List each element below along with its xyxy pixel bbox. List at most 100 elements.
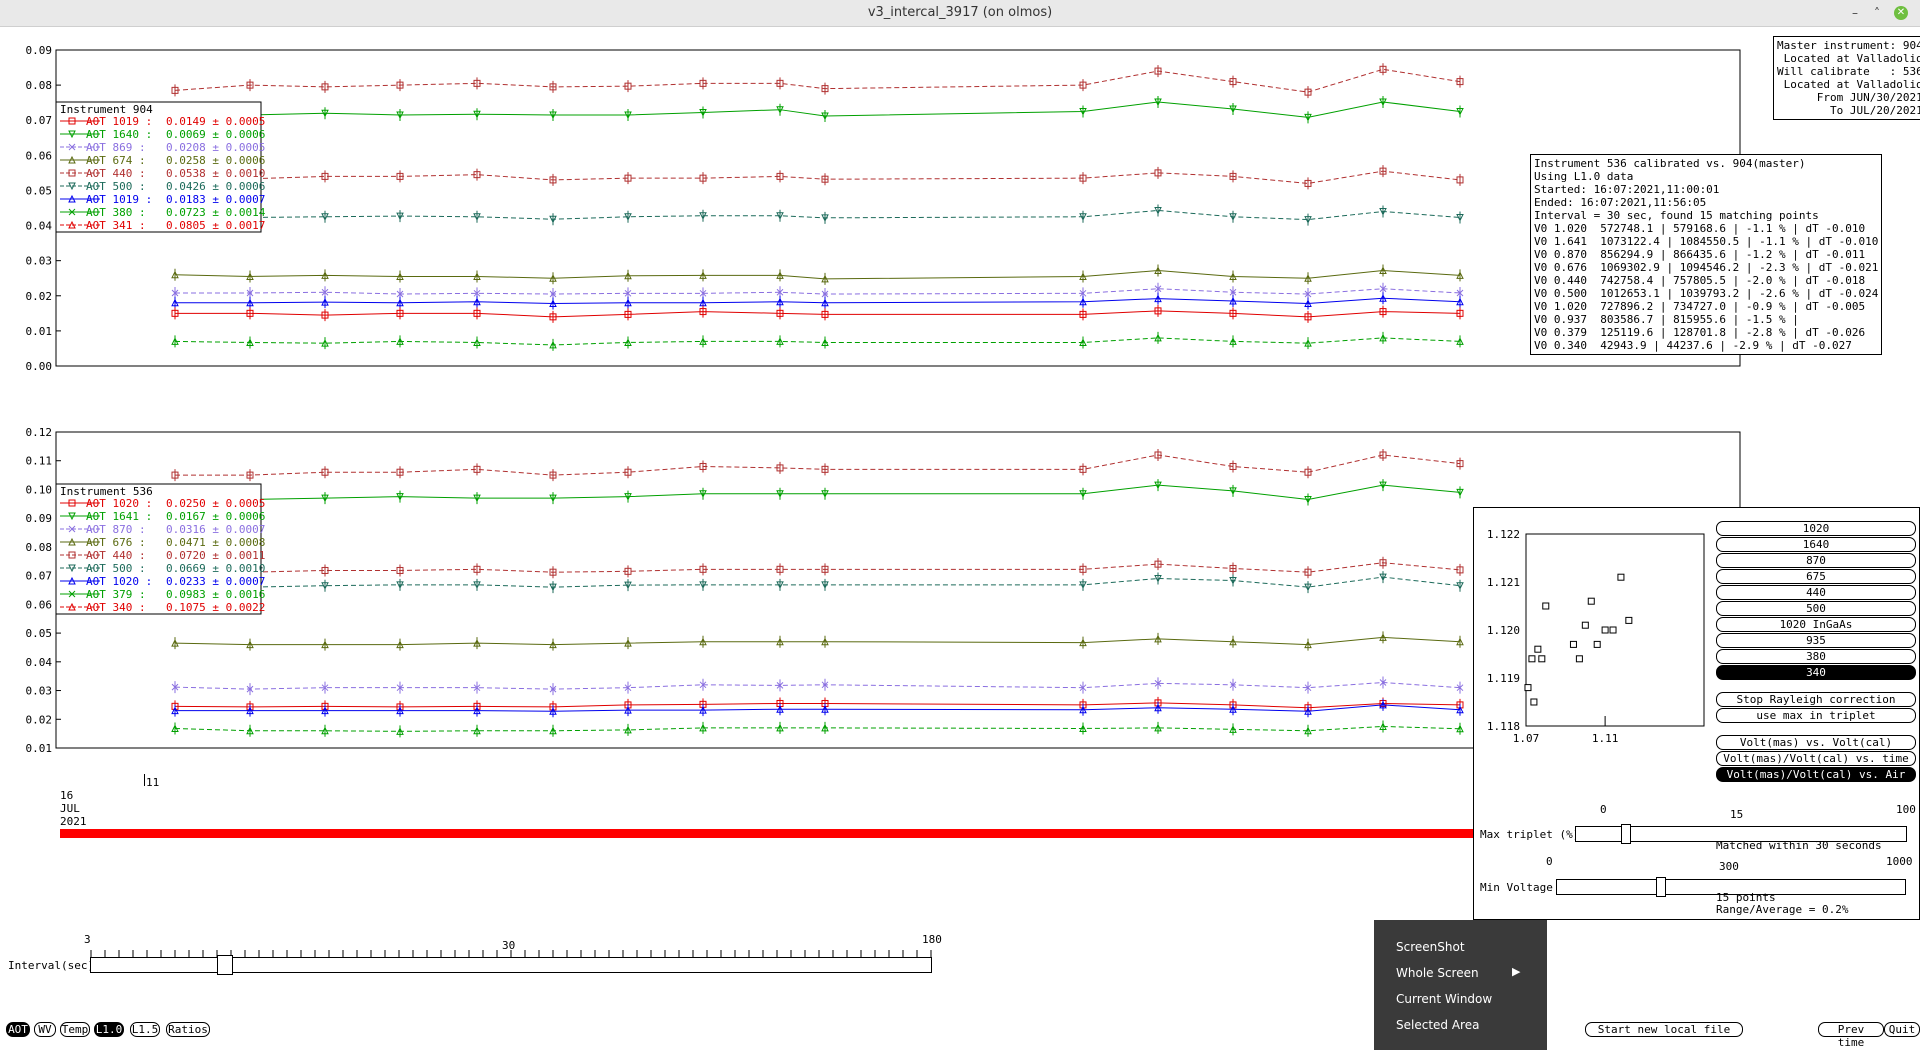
tab-ratios[interactable]: Ratios	[166, 1022, 210, 1037]
cal-info-line: V0 0.379 125119.6 | 128701.8 | -2.8 % | …	[1534, 326, 1866, 339]
scatter-point	[1601, 626, 1609, 634]
tab-l10[interactable]: L1.0	[94, 1022, 124, 1037]
tab-temp[interactable]: Temp	[60, 1022, 90, 1037]
legend-value: 0.0471 ± 0.0008	[166, 536, 265, 549]
legend-value: 0.0208 ± 0.0005	[166, 141, 265, 154]
scatter-point	[1528, 655, 1536, 663]
min-voltage-range: Range/Average = 0.2%	[1716, 903, 1849, 916]
series-line	[174, 68, 1461, 93]
max-triplet-value: 15	[1730, 808, 1744, 821]
max-triplet-note: Matched within 30 seconds	[1716, 839, 1882, 852]
y-tick-label: 0.05	[26, 184, 53, 197]
wavelength-675[interactable]: 675	[1716, 569, 1916, 584]
legend-entry: AOT 1641 :	[86, 510, 152, 523]
cal-info-line: Using L1.0 data	[1534, 170, 1634, 183]
start-new-file-button[interactable]: Start new local file	[1585, 1022, 1743, 1037]
tab-l15[interactable]: L1.5	[130, 1022, 160, 1037]
wavelength-340[interactable]: 340	[1716, 665, 1916, 680]
min-voltage-max: 1000	[1886, 855, 1913, 868]
close-icon[interactable]: ✕	[1894, 6, 1908, 20]
y-tick-label: 0.12	[26, 426, 53, 439]
cal-info-line: V0 1.020 727896.2 | 734727.0 | -0.9 % | …	[1534, 300, 1866, 313]
legend-value: 0.0316 ± 0.0007	[166, 523, 265, 536]
series-line	[174, 269, 1461, 280]
prev-time-button[interactable]: Prev time	[1818, 1022, 1884, 1049]
legend-entry: AOT 440 :	[86, 549, 146, 562]
plot-mode-1[interactable]: Volt(mas)/Volt(cal) vs. time	[1716, 751, 1916, 766]
plot-mode-0[interactable]: Volt(mas) vs. Volt(cal)	[1716, 735, 1916, 750]
y-tick-label: 0.07	[26, 570, 53, 583]
legend-value: 0.0250 ± 0.0005	[166, 497, 265, 510]
time-range-bar[interactable]	[60, 829, 1474, 838]
master-info-line: From JUN/30/2021	[1816, 91, 1920, 104]
series-7	[171, 698, 1464, 718]
scatter-point	[1609, 626, 1617, 634]
series-line	[175, 310, 1461, 318]
series-line	[175, 454, 1461, 476]
menu-item-current-window[interactable]: Current Window	[1396, 992, 1492, 1006]
wavelength-500[interactable]: 500	[1716, 601, 1916, 616]
interval-thumb[interactable]	[217, 955, 234, 975]
minimize-icon[interactable]: –	[1848, 6, 1862, 20]
master-info-box: Master instrument: 904 Located at Vallado…	[1773, 36, 1920, 120]
legend-value: 0.0426 ± 0.0006	[166, 180, 265, 193]
scatter-point	[1538, 655, 1546, 663]
y-tick-label: 0.00	[26, 360, 53, 373]
scatter-point	[1569, 640, 1577, 648]
legend-value: 0.0538 ± 0.0010	[166, 167, 265, 180]
y-tick-label: 0.04	[26, 656, 53, 669]
y-tick-label: 0.02	[26, 713, 53, 726]
legend-entry: AOT 1019 :	[86, 115, 152, 128]
rayleigh-button[interactable]: Stop Rayleigh correction	[1716, 692, 1916, 707]
menu-item-screenshot[interactable]: ScreenShot	[1396, 940, 1465, 954]
legend-entry: AOT 341 :	[86, 219, 146, 232]
cal-info-line: V0 0.440 742758.4 | 757805.5 | -2.0 % | …	[1534, 274, 1866, 287]
submenu-arrow-icon: ▶	[1512, 965, 1521, 978]
wavelength-870[interactable]: 870	[1716, 553, 1916, 568]
interval-max: 180	[922, 933, 942, 946]
maximize-icon[interactable]: ˄	[1870, 6, 1884, 20]
legend-entry: AOT 1020 :	[86, 575, 152, 588]
time-tick-label: 11	[146, 776, 160, 789]
legend-value: 0.0258 ± 0.0006	[166, 154, 265, 167]
wavelength-1640[interactable]: 1640	[1716, 537, 1916, 552]
master-info-line: To JUL/20/2021	[1829, 104, 1920, 117]
max-triplet-thumb[interactable]	[1620, 824, 1631, 844]
wavelength-440[interactable]: 440	[1716, 585, 1916, 600]
master-info-line: Will calibrate : 536	[1777, 65, 1920, 78]
triplet-button[interactable]: use max in triplet	[1716, 708, 1916, 723]
window-title: v3_intercal_3917 (on olmos)	[867, 5, 1053, 20]
series-4	[171, 631, 1464, 651]
series-1	[171, 479, 1464, 506]
min-voltage-thumb[interactable]	[1656, 877, 1667, 897]
scatter-point	[1625, 616, 1633, 624]
legend-entry: AOT 1019 :	[86, 193, 152, 206]
wavelength-935[interactable]: 935	[1716, 633, 1916, 648]
series-3	[171, 204, 1464, 226]
context-menu: ScreenShot Whole Screen ▶ Current Window…	[1374, 920, 1547, 1050]
menu-item-selected-area[interactable]: Selected Area	[1396, 1018, 1479, 1032]
wavelength-1020-ingaas[interactable]: 1020 InGaAs	[1716, 617, 1916, 632]
plot-mode-2[interactable]: Volt(mas)/Volt(cal) vs. Air Mass	[1716, 767, 1916, 794]
series-8	[171, 720, 1464, 738]
wavelength-1020[interactable]: 1020	[1716, 521, 1916, 536]
interval-slider[interactable]	[90, 957, 932, 973]
series-line	[175, 576, 1461, 588]
tab-aot[interactable]: AOT	[6, 1022, 30, 1037]
series-4	[171, 264, 1464, 285]
quit-button[interactable]: Quit	[1884, 1022, 1920, 1037]
menu-item-whole-screen[interactable]: Whole Screen	[1396, 966, 1479, 980]
scatter-point	[1534, 645, 1542, 653]
scatter-x-tick: 1.07	[1513, 732, 1540, 745]
series-line	[174, 702, 1461, 709]
date-year: 2021	[60, 815, 87, 828]
max-triplet-min: 0	[1600, 803, 1607, 816]
scatter-point	[1524, 684, 1532, 692]
min-voltage-label: Min Voltage	[1480, 881, 1553, 894]
legend-entry: AOT 440 :	[86, 167, 146, 180]
tab-wv[interactable]: WV	[34, 1022, 56, 1037]
series-3	[171, 571, 1464, 594]
wavelength-380[interactable]: 380	[1716, 649, 1916, 664]
scatter-point	[1581, 621, 1589, 629]
cal-info-line: Started: 16:07:2021,11:00:01	[1534, 183, 1720, 196]
